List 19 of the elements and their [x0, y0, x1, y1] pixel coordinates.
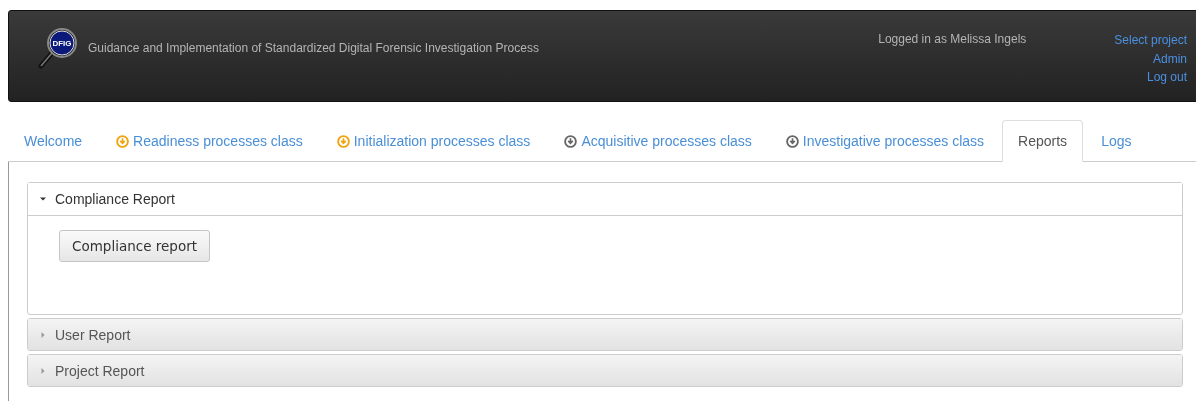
header-link[interactable]: Select project	[1114, 31, 1187, 50]
site-title: Guidance and Implementation of Standardized Digital Forensic Investigation Process	[88, 41, 539, 55]
accordion-header[interactable]: User Report	[28, 319, 1182, 350]
caret-down-icon	[40, 196, 46, 202]
header-link[interactable]: Admin	[1153, 49, 1187, 68]
tab[interactable]: Welcome	[8, 120, 99, 162]
tab[interactable]: Logs	[1085, 120, 1148, 162]
caret-right-icon	[40, 331, 46, 338]
report-button[interactable]: Compliance report	[59, 230, 210, 262]
accordion-header[interactable]: Project Report	[28, 355, 1182, 386]
tab[interactable]: Acquisitive processes class	[548, 120, 768, 162]
tab[interactable]: Investigative processes class	[769, 120, 1001, 162]
tab[interactable]: Initialization processes class	[320, 120, 547, 162]
tab[interactable]: Reports	[1002, 120, 1084, 162]
user-status: Logged in as Melissa Ingels	[878, 32, 1027, 46]
accordion-header[interactable]: Compliance Report	[28, 183, 1182, 216]
tab[interactable]: Readiness processes class	[100, 120, 319, 162]
header-link[interactable]: Log out	[1146, 68, 1187, 87]
caret-right-icon	[40, 367, 46, 374]
